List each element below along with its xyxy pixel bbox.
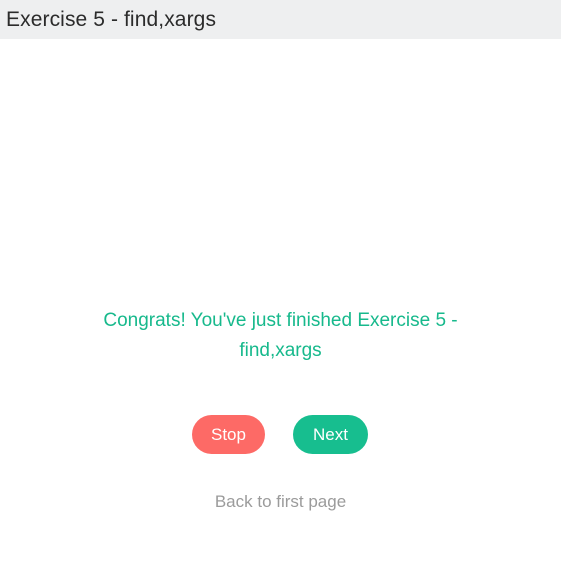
stop-button[interactable]: Stop	[192, 415, 265, 454]
page-title: Exercise 5 - find,xargs	[6, 7, 217, 31]
next-button[interactable]: Next	[293, 415, 368, 454]
page-header: Exercise 5 - find,xargs	[0, 0, 561, 39]
action-buttons: Stop Next	[0, 415, 561, 454]
completion-message: Congrats! You've just finished Exercise …	[103, 310, 458, 361]
back-to-first-page-link[interactable]: Back to first page	[0, 492, 561, 512]
